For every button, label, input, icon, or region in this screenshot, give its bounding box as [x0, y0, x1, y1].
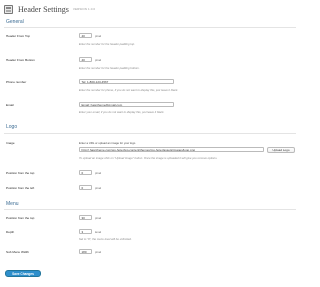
phone-number-desc: Enter the number for phone, if you do no…	[79, 88, 179, 92]
phone-number-input[interactable]: Tel: 1-800-123-4567	[79, 79, 174, 84]
email-input[interactable]: Email: hasntheme@gmail.com	[79, 102, 174, 107]
page-header: Header Settings VERSION 1.0.0	[4, 3, 95, 15]
logo-url-input[interactable]: http://.hasntheme.com/wu-hoter/wp-conten…	[79, 147, 264, 152]
header-from-top-label: Header From Top	[6, 34, 31, 38]
page-title: Header Settings	[18, 4, 69, 14]
header-from-bottom-label: Header From Bottom	[6, 58, 35, 62]
sub-menu-width-label: Sub Menu Width	[6, 250, 29, 254]
logo-position-left-label: Position from the left	[6, 186, 35, 190]
logo-image-label: Image	[6, 141, 15, 145]
header-from-top-unit: pixel	[95, 34, 102, 38]
sub-menu-width-unit: pixel	[95, 250, 102, 254]
menu-depth-desc: Set to "0", the menu level will be unlim…	[79, 237, 132, 241]
settings-page-icon	[4, 4, 13, 14]
logo-position-left-input[interactable]: 0	[79, 185, 92, 190]
logo-position-top-input[interactable]: 0	[79, 170, 92, 175]
email-desc: Enter your email, if you do not want to …	[79, 110, 165, 114]
divider	[4, 133, 296, 134]
logo-position-top-unit: pixel	[95, 171, 102, 175]
divider	[4, 27, 296, 28]
header-from-bottom-desc: Enter the number for the header padding …	[79, 66, 140, 70]
version-label: VERSION 1.0.0	[72, 7, 96, 11]
menu-position-top-input[interactable]: 30	[79, 215, 92, 220]
divider	[4, 209, 296, 210]
logo-image-desc: To upload an image click on "Upload Imag…	[79, 156, 218, 160]
header-from-top-desc: Enter the number for the header padding …	[79, 42, 135, 46]
header-from-top-input[interactable]: 40	[79, 33, 92, 38]
header-from-bottom-input[interactable]: 40	[79, 57, 92, 62]
menu-depth-input[interactable]: 3	[79, 229, 92, 234]
section-title-menu: Menu	[6, 201, 19, 207]
logo-position-left-unit: pixel	[95, 186, 102, 190]
header-from-bottom-unit: pixel	[95, 58, 102, 62]
email-label: Email	[6, 103, 14, 107]
section-title-logo: Logo	[6, 124, 18, 130]
phone-number-label: Phone number	[6, 80, 27, 84]
menu-position-top-label: Position from the top	[6, 216, 35, 220]
save-changes-button[interactable]: Save Changes	[5, 270, 41, 277]
upload-logo-button[interactable]: Upload Logo	[267, 147, 295, 153]
sub-menu-width-input[interactable]: 180	[79, 249, 92, 254]
logo-image-hint: Enter a URL or upload an image for your …	[79, 141, 136, 145]
menu-position-top-unit: pixel	[95, 216, 102, 220]
menu-depth-unit: level	[95, 230, 102, 234]
section-title-general: General	[6, 19, 24, 25]
logo-position-top-label: Position from the top	[6, 171, 35, 175]
menu-depth-label: Depth	[6, 230, 15, 234]
